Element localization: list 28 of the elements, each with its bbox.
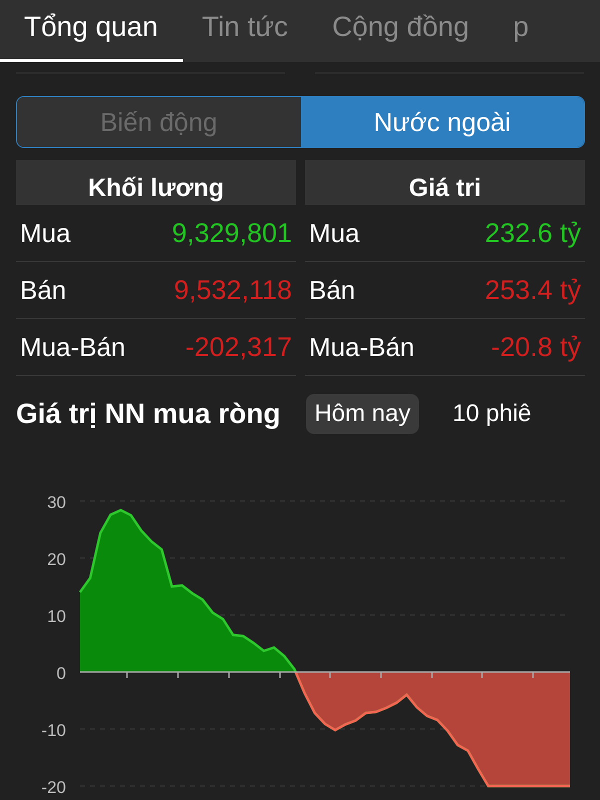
row-label: Mua-Bán <box>309 332 414 362</box>
row-label: Mua-Bán <box>20 332 126 362</box>
row-label: Mua <box>20 218 71 248</box>
row-value: 9,532,118 <box>174 274 292 306</box>
tab[interactable]: Tin tức <box>202 0 288 62</box>
y-axis-label: 10 <box>47 607 66 626</box>
y-axis-label: 30 <box>47 493 66 512</box>
y-axis-label: 0 <box>56 664 66 683</box>
tab[interactable]: Cộng đồng <box>332 0 470 62</box>
tab[interactable]: Tổng quan <box>24 0 158 62</box>
row-value: 9,329,801 <box>172 218 292 248</box>
y-axis-label: -10 <box>41 721 66 740</box>
row-value: 232.6 tỷ <box>484 218 581 248</box>
row-label: Bán <box>20 274 66 306</box>
row-label: Mua <box>309 218 360 248</box>
y-axis-label: -20 <box>41 778 66 797</box>
row-value: -20.8 tỷ <box>490 332 581 362</box>
row-value: 253.4 tỷ <box>484 274 581 306</box>
y-axis-label: 20 <box>47 550 66 569</box>
chart-title: Giá trị NN mua ròng <box>16 398 280 430</box>
row-value: -202,317 <box>185 332 292 362</box>
period-tab[interactable]: 10 phiê <box>444 394 540 434</box>
tab[interactable]: p <box>513 0 529 62</box>
segment-button[interactable]: Nước ngoài <box>300 97 584 147</box>
column-header: Giá tri <box>305 160 585 205</box>
period-tab[interactable]: Hôm nay <box>306 394 419 434</box>
row-label: Bán <box>309 274 356 306</box>
column-header: Khối lương <box>16 160 296 205</box>
